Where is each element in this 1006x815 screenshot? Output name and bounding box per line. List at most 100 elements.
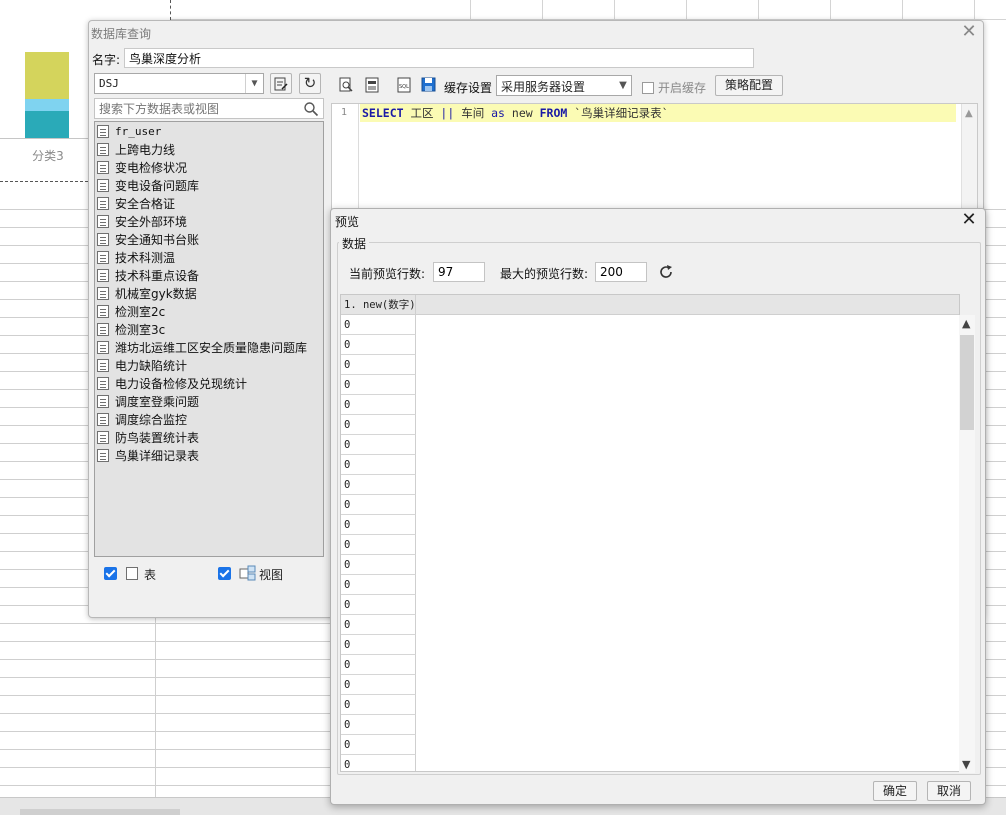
table-icon bbox=[97, 448, 109, 462]
cache-icon[interactable] bbox=[420, 76, 438, 94]
ok-button[interactable]: 确定 bbox=[873, 781, 917, 801]
table-cell[interactable]: 0 bbox=[341, 655, 416, 675]
table-item[interactable]: fr_user bbox=[97, 122, 161, 140]
line-gutter: 1 bbox=[332, 104, 359, 212]
table-cell[interactable]: 0 bbox=[341, 755, 416, 771]
scroll-down-icon[interactable]: ▼ bbox=[962, 758, 970, 771]
table-item[interactable]: 变电检修状况 bbox=[97, 158, 187, 176]
table-item[interactable]: 潍坊北运维工区安全质量隐患问题库 bbox=[97, 338, 307, 356]
table-item[interactable]: 上跨电力线 bbox=[97, 140, 175, 158]
table-item[interactable]: 调度室登乘问题 bbox=[97, 392, 199, 410]
table-item[interactable]: 电力设备检修及兑现统计 bbox=[97, 374, 247, 392]
table-cell[interactable]: 0 bbox=[341, 515, 416, 535]
refresh-tables-button[interactable]: ↻ bbox=[299, 73, 321, 94]
dialog-close-icon[interactable]: ✕ bbox=[960, 23, 978, 41]
table-cell[interactable]: 0 bbox=[341, 315, 416, 335]
table-item[interactable]: 电力缺陷统计 bbox=[97, 356, 187, 374]
table-item[interactable]: 检测室2c bbox=[97, 302, 165, 320]
sql-column-2: 车间 bbox=[454, 106, 492, 120]
scroll-thumb[interactable] bbox=[960, 335, 974, 430]
editor-scrollbar[interactable]: ▲ bbox=[961, 104, 977, 212]
column-header[interactable]: 1. new(数字) bbox=[341, 295, 416, 315]
show-tables-checkbox[interactable] bbox=[104, 567, 117, 580]
table-cell[interactable]: 0 bbox=[341, 615, 416, 635]
view-icon bbox=[239, 565, 256, 581]
dialog-title: 数据库查询 bbox=[91, 27, 152, 41]
table-cell[interactable]: 0 bbox=[341, 575, 416, 595]
table-cell[interactable]: 0 bbox=[341, 415, 416, 435]
table-cell[interactable]: 0 bbox=[341, 395, 416, 415]
table-cell[interactable]: 0 bbox=[341, 735, 416, 755]
table-tree[interactable]: fr_user 上跨电力线 变电检修状况 变电设备问题库 安全合格证 安全外部环… bbox=[94, 121, 324, 557]
name-label: 名字: bbox=[92, 53, 121, 67]
current-rows-label: 当前预览行数: bbox=[349, 267, 426, 281]
table-item[interactable]: 技术科重点设备 bbox=[97, 266, 199, 284]
table-item[interactable]: 安全外部环境 bbox=[97, 212, 187, 230]
table-item[interactable]: 技术科测温 bbox=[97, 248, 175, 266]
table-icon bbox=[97, 394, 109, 408]
table-icon bbox=[97, 160, 109, 174]
sql-keyword-from: FROM bbox=[539, 106, 568, 120]
table-cell[interactable]: 0 bbox=[341, 715, 416, 735]
refresh-icon[interactable] bbox=[657, 263, 675, 281]
preview-icon[interactable] bbox=[337, 76, 355, 94]
table-cell[interactable]: 0 bbox=[341, 435, 416, 455]
table-item[interactable]: 安全通知书台账 bbox=[97, 230, 199, 248]
preview-group-label: 数据 bbox=[339, 235, 370, 252]
max-rows-input[interactable] bbox=[595, 262, 647, 282]
table-search-box[interactable] bbox=[94, 98, 324, 119]
chart-border-vertical bbox=[170, 0, 171, 20]
enable-cache-toggle[interactable]: 开启缓存 bbox=[642, 79, 706, 96]
table-item[interactable]: 安全合格证 bbox=[97, 194, 175, 212]
chart-bar-segment-yellow bbox=[25, 52, 69, 99]
table-icon bbox=[97, 286, 109, 300]
datasource-select[interactable]: DSJ ▼ bbox=[94, 73, 264, 94]
table-cell[interactable]: 0 bbox=[341, 555, 416, 575]
datasource-value: DSJ bbox=[99, 77, 119, 90]
sql-toolbar: SQL 缓存设置 采用服务器设置 ▼ 开启缓存 策略配置 bbox=[331, 73, 978, 98]
sql-icon[interactable]: SQL bbox=[395, 76, 413, 94]
edit-datasource-button[interactable] bbox=[270, 73, 292, 94]
sql-code-line[interactable]: SELECT 工区 || 车间 as new FROM `鸟巢详细记录表` bbox=[360, 104, 956, 122]
table-grid-icon[interactable] bbox=[363, 76, 381, 94]
sheet-header-grid bbox=[0, 0, 1006, 20]
table-cell[interactable]: 0 bbox=[341, 695, 416, 715]
table-icon bbox=[97, 142, 109, 156]
table-item[interactable]: 变电设备问题库 bbox=[97, 176, 199, 194]
cache-mode-select[interactable]: 采用服务器设置 ▼ bbox=[496, 75, 632, 96]
line-number: 1 bbox=[341, 107, 348, 118]
table-item[interactable]: 检测室3c bbox=[97, 320, 165, 338]
table-cell[interactable]: 0 bbox=[341, 475, 416, 495]
table-cell[interactable]: 0 bbox=[341, 375, 416, 395]
table-cell[interactable]: 0 bbox=[341, 675, 416, 695]
object-type-filter: 表 视图 bbox=[94, 563, 330, 585]
table-cell[interactable]: 0 bbox=[341, 355, 416, 375]
preview-scrollbar[interactable]: ▲ ▼ bbox=[959, 315, 975, 773]
table-cell[interactable]: 0 bbox=[341, 635, 416, 655]
table-cell[interactable]: 0 bbox=[341, 595, 416, 615]
scroll-up-icon[interactable]: ▲ bbox=[965, 108, 973, 119]
table-item[interactable]: 鸟巢详细记录表 bbox=[97, 446, 199, 464]
sql-keyword-select: SELECT bbox=[362, 106, 404, 120]
preview-close-icon[interactable]: ✕ bbox=[960, 211, 978, 229]
scroll-up-icon[interactable]: ▲ bbox=[962, 317, 970, 330]
search-icon bbox=[304, 102, 319, 117]
table-item[interactable]: 调度综合监控 bbox=[97, 410, 187, 428]
table-cell[interactable]: 0 bbox=[341, 335, 416, 355]
table-cell[interactable]: 0 bbox=[341, 495, 416, 515]
table-cell[interactable]: 0 bbox=[341, 455, 416, 475]
name-input[interactable] bbox=[124, 48, 754, 68]
show-tables-label: 表 bbox=[144, 568, 157, 582]
table-item[interactable]: 防鸟装置统计表 bbox=[97, 428, 199, 446]
current-rows-input[interactable] bbox=[433, 262, 485, 282]
strategy-config-button[interactable]: 策略配置 bbox=[715, 75, 783, 96]
table-cell[interactable]: 0 bbox=[341, 535, 416, 555]
sql-editor[interactable]: 1 SELECT 工区 || 车间 as new FROM `鸟巢详细记录表` … bbox=[331, 103, 978, 213]
preview-table[interactable]: 1. new(数字) 0 0 0 0 0 0 0 0 0 0 0 0 0 0 0… bbox=[340, 294, 960, 772]
table-search-input[interactable] bbox=[95, 99, 295, 118]
enable-cache-checkbox[interactable] bbox=[642, 81, 654, 94]
show-views-checkbox[interactable] bbox=[218, 567, 231, 580]
table-icon bbox=[97, 178, 109, 192]
table-item[interactable]: 机械室gyk数据 bbox=[97, 284, 197, 302]
cancel-button[interactable]: 取消 bbox=[927, 781, 971, 801]
